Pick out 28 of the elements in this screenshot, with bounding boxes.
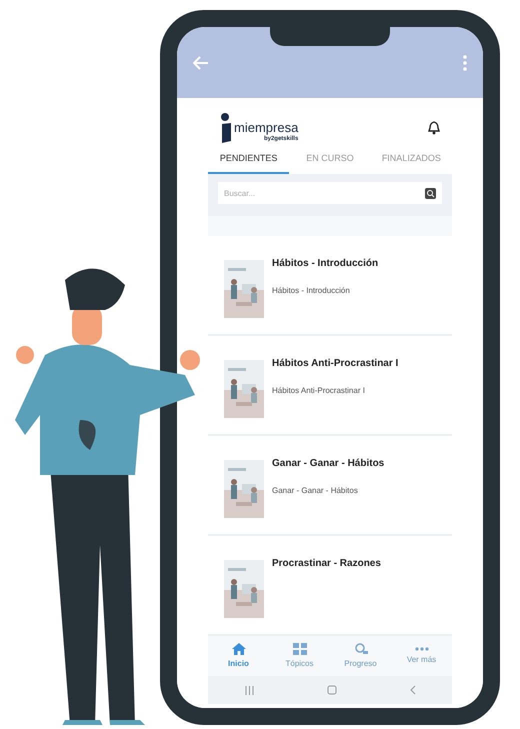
course-title: Procrastinar - Razones: [272, 557, 381, 571]
course-subtitle: Ganar - Ganar - Hábitos: [272, 485, 359, 497]
course-subtitle: Hábitos Anti-Procrastinar I: [272, 385, 366, 397]
nav-item[interactable]: Tópicos: [269, 636, 330, 676]
nav-item[interactable]: Ver más: [391, 636, 452, 676]
home-button-icon[interactable]: [326, 685, 336, 695]
course-title: Hábitos - Introducción: [272, 257, 378, 271]
back-icon[interactable]: [410, 685, 416, 695]
nav-item[interactable]: Inicio: [208, 636, 269, 676]
course-title: Ganar - Ganar - Hábitos: [272, 457, 384, 471]
search-icon: [425, 188, 436, 198]
back-arrow-icon[interactable]: [193, 56, 209, 70]
menu-icon[interactable]: [463, 54, 467, 70]
logo-name: miempresa: [234, 121, 298, 135]
course-title: Hábitos Anti-Procrastinar I: [272, 357, 398, 371]
logo-icon: [220, 113, 232, 143]
more-icon: [414, 646, 428, 650]
badge-icon: [354, 642, 368, 654]
tab[interactable]: EN CURSO: [289, 146, 371, 174]
search-button[interactable]: [425, 182, 442, 204]
tab[interactable]: FINALIZADOS: [370, 146, 452, 174]
nav-item[interactable]: Progreso: [330, 636, 391, 676]
home-icon: [232, 642, 246, 654]
bell-icon[interactable]: [428, 121, 440, 135]
course-subtitle: Hábitos - Introducción: [272, 285, 351, 297]
recents-icon[interactable]: [244, 686, 254, 694]
search-field[interactable]: Buscar...: [218, 182, 425, 204]
grid-icon: [292, 642, 306, 654]
